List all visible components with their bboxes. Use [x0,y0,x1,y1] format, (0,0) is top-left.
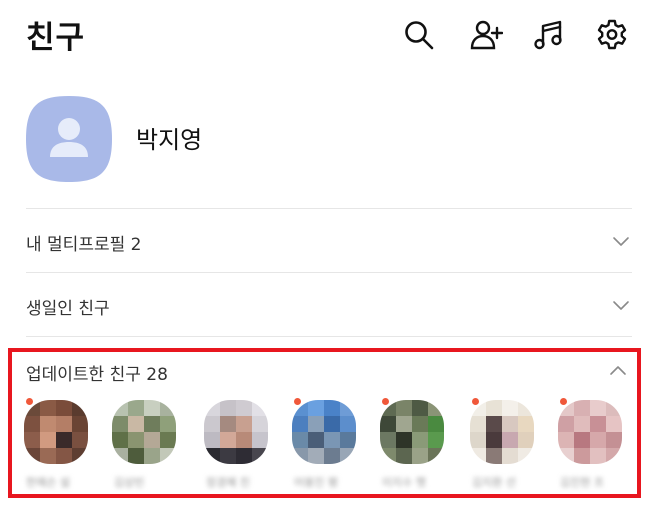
birthday-row[interactable]: 생일인 친구 [26,274,632,336]
updated-friends-label[interactable]: 업데이트한 친구 28 [26,360,168,385]
friend-item[interactable]: 정경혜 친 [204,400,272,495]
friend-item[interactable]: 이지수 햇 [380,398,448,495]
top-bar: 친구 [0,0,658,70]
friend-avatar [24,400,88,464]
music-icon [534,20,562,50]
friend-name: 김지환 선 [472,476,516,488]
profile-name: 박지영 [136,126,203,154]
friend-avatar [204,400,268,464]
search-icon [405,21,434,50]
friend-name: 김진현 프 [560,476,604,488]
friend-item[interactable]: 김지환 선 [470,398,538,495]
friend-name: 이지수 햇 [382,476,426,488]
divider [26,272,632,273]
friend-item[interactable]: 어붕진 평 [292,398,360,495]
new-update-dot [382,398,389,405]
new-update-dot [472,398,479,405]
friend-avatar [380,400,444,464]
search-button[interactable] [399,15,439,55]
friend-name: 정경혜 친 [206,476,250,488]
friend-name: 김상빈 [114,476,145,488]
updated-friends-section: 업데이트한 친구 28 한예슨 설 김상빈 정경혜 친 어붕진 평 이지수 햇 … [8,348,641,498]
friend-avatar [558,400,622,464]
chevron-up-icon[interactable] [609,362,627,380]
new-update-dot [294,398,301,405]
new-update-dot [26,398,33,405]
new-update-dot [560,398,567,405]
chevron-down-icon [613,237,629,246]
add-friend-button[interactable] [466,15,506,55]
friend-name: 어붕진 평 [294,476,338,488]
chevron-down-icon [613,301,629,310]
friend-item[interactable]: 김진현 프 [558,398,626,495]
divider [26,336,632,337]
multi-profile-row[interactable]: 내 멀티프로필 2 [26,210,632,272]
friend-avatar [112,400,176,464]
my-profile[interactable]: 박지영 [24,96,634,184]
settings-icon [597,19,627,50]
friend-name: 한예슨 설 [26,476,70,488]
friend-avatar [292,400,356,464]
settings-button[interactable] [592,15,632,55]
birthday-label: 생일인 친구 [26,299,110,319]
multi-profile-label: 내 멀티프로필 2 [26,235,142,255]
friend-avatar [470,400,534,464]
friend-item[interactable]: 김상빈 [112,400,180,495]
updated-friends-list: 한예슨 설 김상빈 정경혜 친 어붕진 평 이지수 햇 김지환 선 김진현 프 [24,398,634,495]
divider [26,208,632,209]
avatar [26,96,112,182]
friend-item[interactable]: 한예슨 설 [24,398,92,495]
music-button[interactable] [529,15,569,55]
page-title: 친구 [26,20,86,56]
add-friend-icon [470,20,503,50]
